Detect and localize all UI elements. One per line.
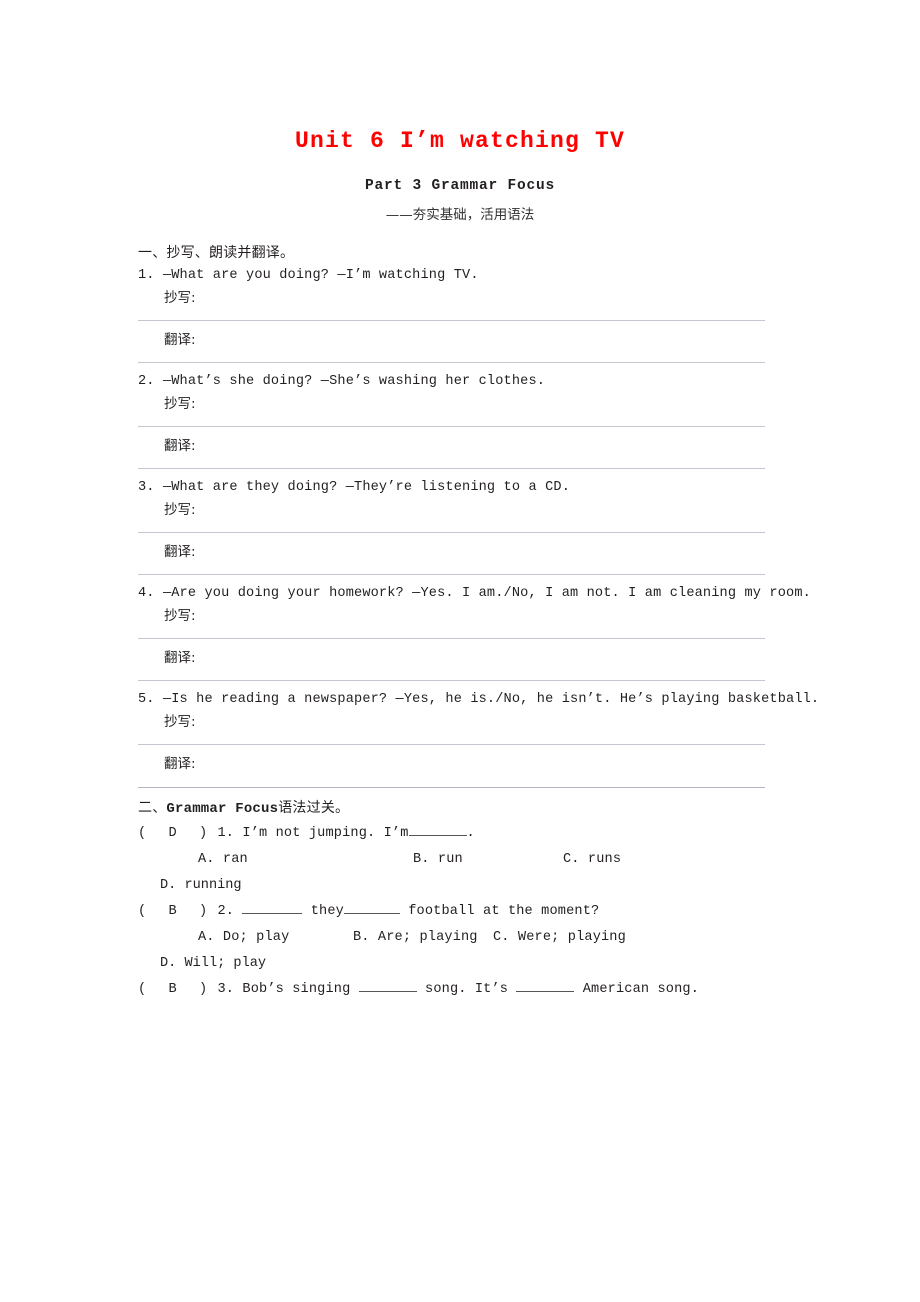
mc-question: ( B ) 3. Bob’s singing song. It’s Americ… — [138, 977, 828, 1003]
answer-rule-copy[interactable] — [138, 426, 765, 427]
item-text: —What are you doing? —I’m watching TV. — [162, 268, 479, 283]
mc-question-stem: ( D ) 1. I’m not jumping. I’m. — [138, 821, 828, 847]
section-two-prefix: 二、 — [138, 800, 167, 816]
page-title: Unit 6 I’m watching TV — [294, 128, 626, 154]
mc-option-d[interactable]: D. running — [138, 873, 828, 899]
answer-letter: D — [168, 826, 179, 841]
answer-bracket[interactable]: ( B ) — [138, 904, 209, 919]
item-text: —Are you doing your homework? —Yes. I am… — [162, 586, 811, 601]
fill-blank[interactable] — [358, 978, 417, 992]
translate-label: 翻译: — [164, 332, 196, 348]
exercise-item: 5. —Is he reading a newspaper? —Yes, he … — [138, 689, 828, 788]
mc-option-b[interactable]: B. Are; playing — [353, 925, 493, 951]
section-two-suffix: 语法过关。 — [278, 800, 350, 816]
item-number: 4. — [138, 586, 155, 601]
answer-letter: B — [168, 904, 179, 919]
exercise-sentence: 2. —What’s she doing? —She’s washing her… — [138, 371, 828, 393]
section-divider — [138, 787, 765, 788]
answer-rule-translate[interactable] — [138, 574, 765, 575]
copy-label: 抄写: — [164, 502, 196, 518]
translate-label: 翻译: — [164, 438, 196, 454]
mc-option-a[interactable]: A. Do; play — [198, 925, 353, 951]
document-body: 一、抄写、朗读并翻译。 1. —What are you doing? —I’m… — [138, 243, 828, 1003]
worksheet-page: Unit 6 I’m watching TV Part 3 Grammar Fo… — [0, 0, 920, 1302]
mc-option-c[interactable]: C. Were; playing — [493, 925, 626, 951]
item-number: 3. — [138, 480, 155, 495]
exercise-sentence: 5. —Is he reading a newspaper? —Yes, he … — [138, 689, 828, 711]
copy-label: 抄写: — [164, 396, 196, 412]
answer-rule-copy[interactable] — [138, 532, 765, 533]
answer-bracket[interactable]: ( D ) — [138, 826, 209, 841]
section-one-heading: 一、抄写、朗读并翻译。 — [138, 245, 295, 261]
answer-rule-copy[interactable] — [138, 638, 765, 639]
page-subtitle: Part 3 Grammar Focus — [364, 178, 556, 194]
answer-rule-copy[interactable] — [138, 744, 765, 745]
mc-stem-mid: song. It’s — [425, 982, 509, 997]
section-two-heading: 二、Grammar Focus语法过关。 — [138, 798, 828, 819]
fill-blank[interactable] — [242, 900, 303, 914]
exercise-sentence: 3. —What are they doing? —They’re listen… — [138, 477, 828, 499]
mc-stem-before: I’m not jumping. I’m — [242, 826, 409, 841]
item-number: 1. — [138, 268, 155, 283]
mc-option-a[interactable]: A. ran — [198, 847, 413, 873]
mc-number: 2. — [217, 904, 235, 919]
mc-stem-after: American song. — [582, 982, 700, 997]
page-subtitle-note: ——夯实基础，活用语法 — [385, 207, 535, 223]
answer-letter: B — [168, 982, 179, 997]
mc-option-d[interactable]: D. Will; play — [138, 951, 828, 977]
exercise-item: 1. —What are you doing? —I’m watching TV… — [138, 265, 828, 363]
answer-rule-translate[interactable] — [138, 680, 765, 681]
fill-blank[interactable] — [516, 978, 575, 992]
translate-label: 翻译: — [164, 650, 196, 666]
item-number: 5. — [138, 692, 155, 707]
mc-option-c[interactable]: C. runs — [563, 847, 621, 873]
mc-options-row: A. Do; play B. Are; playing C. Were; playi… — [138, 925, 828, 951]
fill-blank[interactable] — [408, 822, 467, 836]
section-two-title: Grammar Focus — [166, 801, 279, 817]
mc-stem-before: Bob’s singing — [242, 982, 351, 997]
exercise-sentence: 1. —What are you doing? —I’m watching TV… — [138, 265, 828, 287]
item-text: —What are they doing? —They’re listening… — [162, 480, 571, 495]
mc-number: 1. — [217, 826, 235, 841]
mc-stem-after: football at the moment? — [408, 904, 600, 919]
mc-stem-after: . — [466, 826, 475, 841]
translate-label: 翻译: — [164, 544, 196, 560]
fill-blank[interactable] — [343, 900, 400, 914]
copy-label: 抄写: — [164, 608, 196, 624]
item-number: 2. — [138, 374, 155, 389]
mc-question: ( B ) 2. they football at the moment? A.… — [138, 899, 828, 977]
mc-stem-mid: they — [310, 904, 344, 919]
answer-rule-translate[interactable] — [138, 362, 765, 363]
mc-question-stem: ( B ) 3. Bob’s singing song. It’s Americ… — [138, 977, 828, 1003]
mc-number: 3. — [217, 982, 235, 997]
mc-question-stem: ( B ) 2. they football at the moment? — [138, 899, 828, 925]
answer-rule-translate[interactable] — [138, 468, 765, 469]
mc-options-row: A. ran B. run C. runs — [138, 847, 828, 873]
exercise-item: 2. —What’s she doing? —She’s washing her… — [138, 371, 828, 469]
answer-bracket[interactable]: ( B ) — [138, 982, 209, 997]
exercise-sentence: 4. —Are you doing your homework? —Yes. I… — [138, 583, 828, 605]
exercise-item: 3. —What are they doing? —They’re listen… — [138, 477, 828, 575]
exercise-item: 4. —Are you doing your homework? —Yes. I… — [138, 583, 828, 681]
answer-rule-copy[interactable] — [138, 320, 765, 321]
copy-label: 抄写: — [164, 290, 196, 306]
item-text: —Is he reading a newspaper? —Yes, he is.… — [162, 692, 820, 707]
item-text: —What’s she doing? —She’s washing her cl… — [162, 374, 546, 389]
mc-option-b[interactable]: B. run — [413, 847, 563, 873]
mc-question: ( D ) 1. I’m not jumping. I’m. A. ran B. … — [138, 821, 828, 899]
copy-label: 抄写: — [164, 714, 196, 730]
translate-label: 翻译: — [164, 756, 196, 772]
